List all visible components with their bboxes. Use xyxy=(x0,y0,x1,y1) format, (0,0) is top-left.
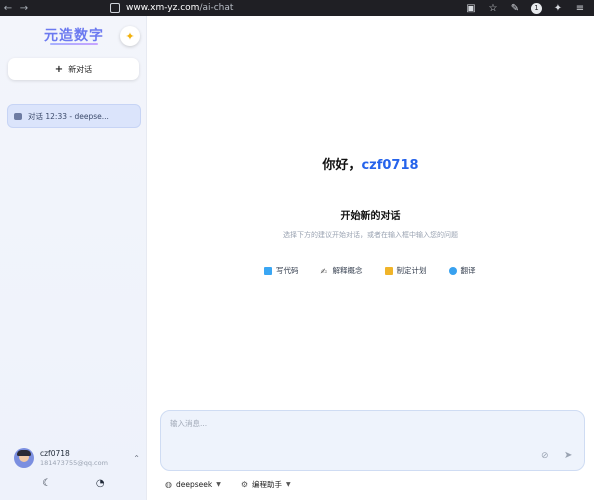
url-domain: www.xm-yz.com xyxy=(126,3,200,13)
model-bar: ◍ deepseek ▼ ⚙ 编程助手 ▼ xyxy=(165,479,291,490)
suggestion-label: 写代码 xyxy=(276,266,299,275)
suggestion-code[interactable]: 写代码 xyxy=(264,265,299,276)
chevron-up-icon[interactable]: ⌃ xyxy=(133,454,140,463)
suggestion-concept[interactable]: ✍ 解释概念 xyxy=(321,265,363,276)
avatar xyxy=(14,448,34,468)
greeting-username: czf0718 xyxy=(361,158,419,173)
plus-icon: + xyxy=(54,63,64,75)
greeting-prefix: 你好， xyxy=(322,158,362,173)
wrench-icon[interactable]: ✎ xyxy=(509,2,521,14)
forward-button[interactable]: → xyxy=(16,0,32,16)
reader-view-icon[interactable]: ▣ xyxy=(465,2,477,14)
back-button[interactable]: ← xyxy=(0,0,16,16)
code-icon xyxy=(264,266,272,275)
menu-icon[interactable]: ≡ xyxy=(574,2,586,14)
paperclip-icon[interactable]: ⊘ xyxy=(541,451,551,461)
new-chat-label: 新对话 xyxy=(68,64,93,74)
assistant-selector[interactable]: ⚙ 编程助手 ▼ xyxy=(241,479,291,490)
url-path: /ai-chat xyxy=(199,3,234,13)
user-card[interactable]: czf0718 181473755@qq.com ⌃ xyxy=(14,446,140,470)
message-composer: ⊘ ➤ xyxy=(160,410,585,471)
send-icon[interactable]: ➤ xyxy=(564,450,576,462)
chevron-down-icon: ▼ xyxy=(286,481,291,488)
plan-icon xyxy=(384,266,393,275)
model-selector[interactable]: ◍ deepseek ▼ xyxy=(165,479,221,490)
robot-icon: ⚙ xyxy=(240,480,249,489)
browser-toolbar: ← → www.xm-yz.com/ai-chat ▣ ☆ ✎ 1 ✦ ≡ xyxy=(0,0,594,16)
extensions-icon[interactable]: ✦ xyxy=(552,2,564,14)
user-email: 181473755@qq.com xyxy=(40,459,108,467)
brand-logo: 元造数字 xyxy=(44,28,104,44)
start-title: 开始新的对话 xyxy=(340,211,401,222)
assistant-name: 编程助手 xyxy=(252,480,283,489)
new-chat-button[interactable]: + 新对话 xyxy=(8,58,139,80)
translate-icon xyxy=(448,266,457,275)
model-name: deepseek xyxy=(175,480,213,489)
address-bar[interactable]: www.xm-yz.com/ai-chat xyxy=(102,1,241,15)
message-input[interactable] xyxy=(170,419,510,428)
start-subtitle: 选择下方的建议开始对话，或者在输入框中输入您的问题 xyxy=(283,231,458,239)
suggestion-label: 翻译 xyxy=(460,266,476,275)
sidebar: 元造数字 ✦ + 新对话 对话 12:33 - deepse... czf071… xyxy=(0,16,147,500)
chevron-down-icon: ▼ xyxy=(216,481,221,488)
extension-badge[interactable]: 1 xyxy=(531,2,542,14)
globe-icon: ◍ xyxy=(165,480,172,489)
moon-icon[interactable]: ☾ xyxy=(40,476,54,490)
conversation-label: 对话 12:33 - deepse... xyxy=(28,111,109,121)
forward-arrow-icon: → xyxy=(19,2,29,14)
suggestion-translate[interactable]: 翻译 xyxy=(448,265,476,276)
brand-underline xyxy=(50,43,98,45)
suggestion-label: 解释概念 xyxy=(332,266,363,275)
conversation-item[interactable]: 对话 12:33 - deepse... xyxy=(7,104,141,128)
pie-chart-icon[interactable]: ◔ xyxy=(93,476,107,490)
suggestion-list: 写代码 ✍ 解释概念 制定计划 翻译 xyxy=(264,265,476,276)
theme-sparkle-button[interactable]: ✦ xyxy=(120,26,140,46)
greeting: 你好，czf0718 xyxy=(147,154,594,173)
chat-main: 你好，czf0718 开始新的对话 选择下方的建议开始对话，或者在输入框中输入您… xyxy=(147,16,594,500)
suggestion-label: 制定计划 xyxy=(396,266,427,275)
user-name: czf0718 xyxy=(40,449,70,458)
concept-icon: ✍ xyxy=(320,266,328,276)
back-arrow-icon: ← xyxy=(3,2,13,14)
shield-icon xyxy=(110,3,120,13)
chat-bubble-icon xyxy=(14,112,22,120)
suggestion-plan[interactable]: 制定计划 xyxy=(384,265,427,276)
bookmark-star-icon[interactable]: ☆ xyxy=(487,2,499,14)
